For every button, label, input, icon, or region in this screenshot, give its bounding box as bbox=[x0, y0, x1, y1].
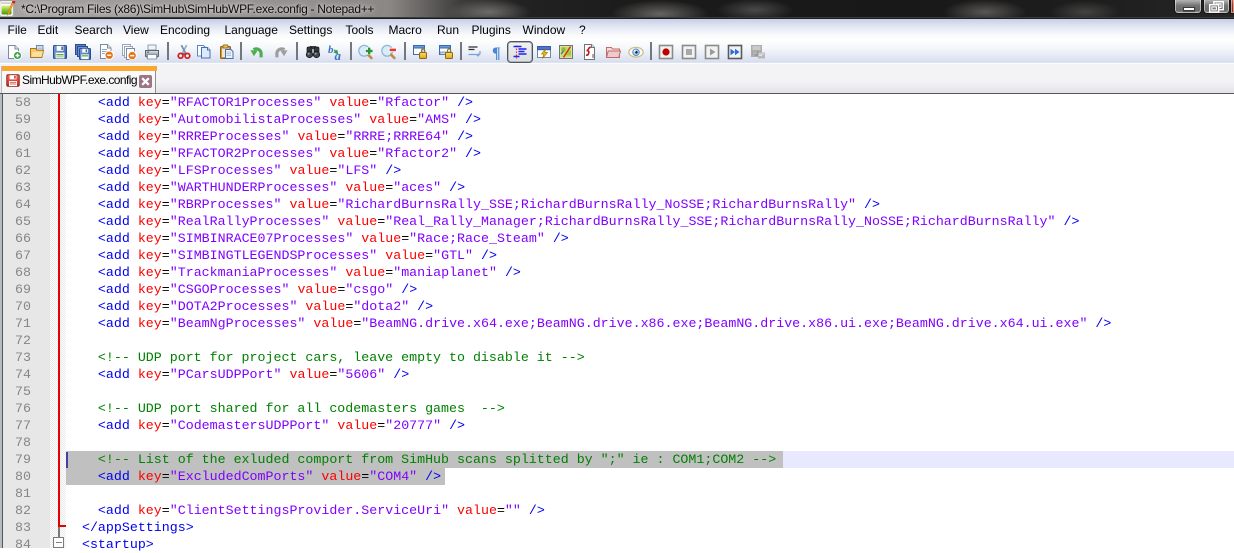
svg-text:a: a bbox=[335, 48, 342, 60]
svg-text:b: b bbox=[328, 44, 334, 56]
svg-text:¶: ¶ bbox=[492, 45, 501, 60]
